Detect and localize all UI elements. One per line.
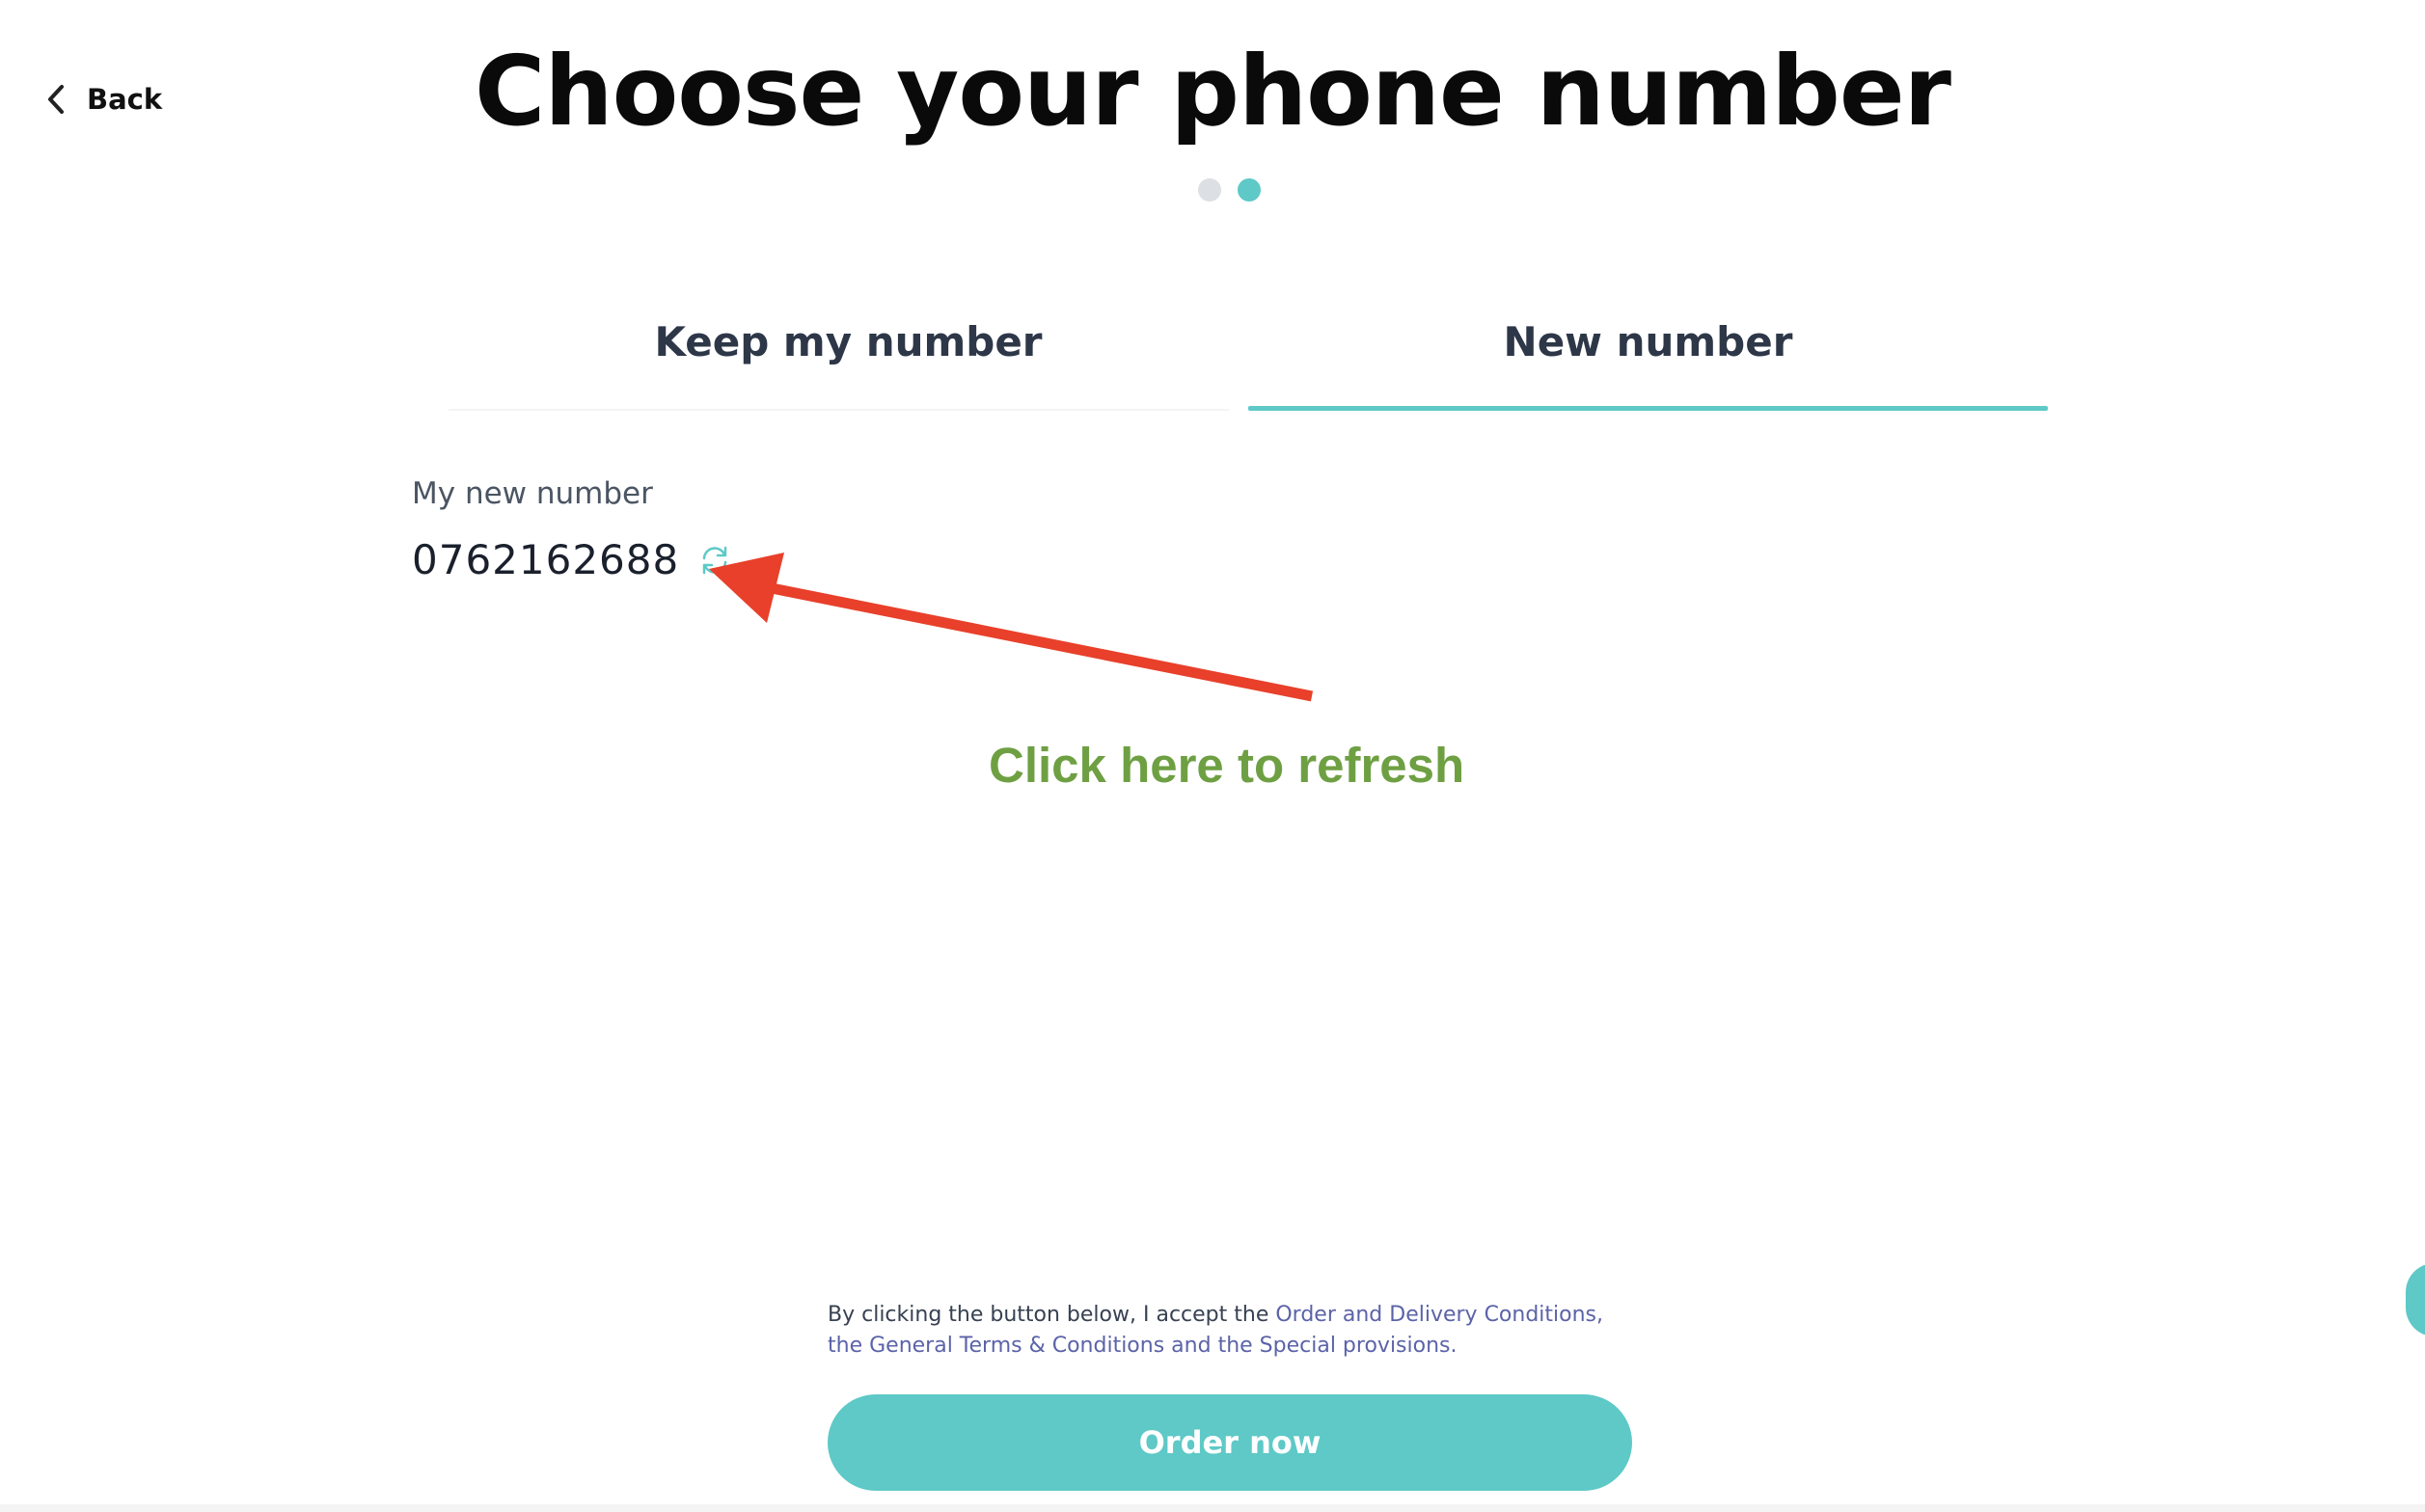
step-dot-1 xyxy=(1198,178,1221,202)
page: Back Choose your phone number Keep my nu… xyxy=(0,0,2425,1512)
page-title: Choose your phone number xyxy=(475,35,1951,148)
step-dot-2 xyxy=(1238,178,1261,202)
terms-notice: By clicking the button below, I accept t… xyxy=(828,1300,1619,1362)
number-tabs: Keep my number New number xyxy=(449,318,2048,411)
order-now-button[interactable]: Order now xyxy=(828,1394,1632,1491)
bottom-divider xyxy=(0,1504,2425,1512)
annotation-text: Click here to refresh xyxy=(989,738,1465,793)
tab-new-number[interactable]: New number xyxy=(1248,318,2048,411)
terms-suffix: . xyxy=(1450,1334,1458,1358)
step-indicator xyxy=(1198,178,1261,202)
special-provisions-link[interactable]: Special provisions xyxy=(1260,1334,1451,1358)
new-number-value: 0762162688 xyxy=(412,536,680,583)
new-number-label: My new number xyxy=(412,476,653,511)
order-delivery-conditions-link[interactable]: Order and Delivery Conditions xyxy=(1275,1303,1596,1327)
chat-widget-button[interactable] xyxy=(2406,1263,2425,1336)
new-number-row: 0762162688 xyxy=(412,536,733,583)
general-terms-link[interactable]: General Terms & Conditions xyxy=(869,1334,1164,1358)
terms-prefix: By clicking the button below, I accept t… xyxy=(828,1303,1276,1327)
annotation-arrow-icon xyxy=(709,553,1314,702)
tab-keep-my-number[interactable]: Keep my number xyxy=(449,318,1248,411)
terms-separator-2: and the xyxy=(1164,1334,1260,1358)
